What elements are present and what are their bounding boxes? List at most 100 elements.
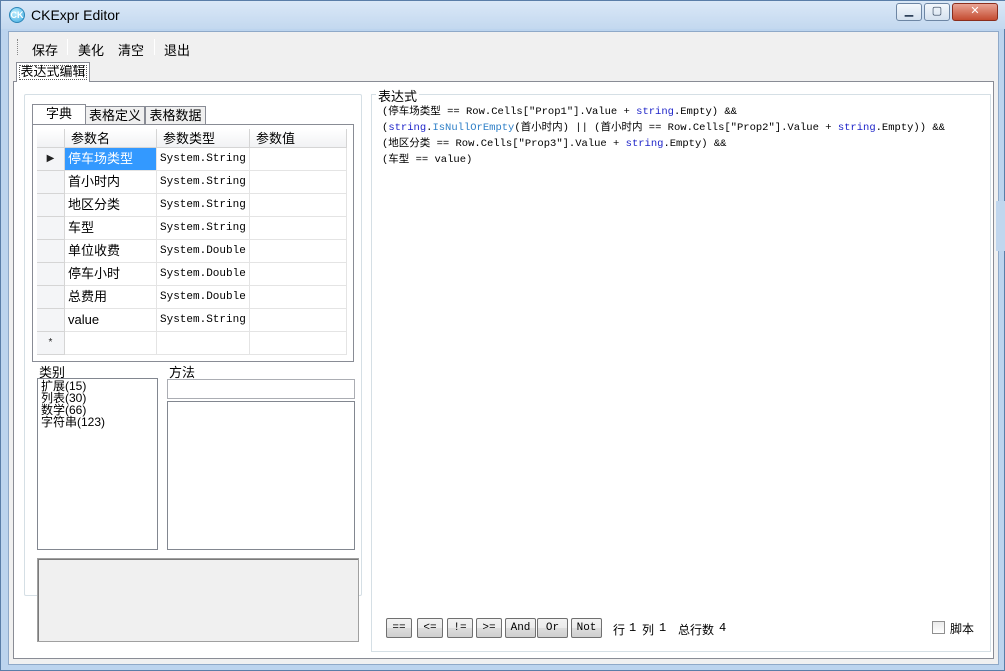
operator-not-button[interactable]: Not (571, 618, 602, 638)
column-header-type[interactable]: 参数类型 (157, 129, 250, 148)
cell-param-value[interactable] (250, 217, 347, 240)
method-list[interactable] (167, 401, 355, 550)
tab-table-definition[interactable]: 表格定义 (85, 106, 145, 125)
row-header[interactable] (37, 171, 65, 194)
cell-param-type[interactable]: System.Double (157, 240, 250, 263)
cell-param-value[interactable] (250, 263, 347, 286)
focus-rectangle (19, 65, 87, 80)
cell-param-name[interactable]: 首小时内 (65, 171, 157, 194)
cell-param-value[interactable] (250, 171, 347, 194)
cell-param-name[interactable]: 单位收费 (65, 240, 157, 263)
method-search-input[interactable] (167, 379, 355, 399)
window-title: CKExpr Editor (31, 7, 120, 23)
column-header-value[interactable]: 参数值 (250, 129, 347, 148)
table-row[interactable]: ▶ 停车场类型 System.String (37, 148, 347, 171)
menu-exit[interactable]: 退出 (164, 40, 190, 59)
menu-bar: 保存 美化 清空 退出 (9, 32, 998, 62)
table-row[interactable]: 单位收费 System.Double (37, 240, 347, 263)
maximize-icon: ▢ (931, 5, 943, 17)
code-line: (string.IsNullOrEmpty(首小时内) || (首小时内 == … (382, 122, 945, 134)
table-row[interactable]: value System.String (37, 309, 347, 332)
menu-save[interactable]: 保存 (32, 40, 58, 59)
cell-param-value[interactable] (250, 194, 347, 217)
menu-clear[interactable]: 清空 (118, 40, 144, 59)
cell-param-value[interactable] (250, 240, 347, 263)
cell-param-type[interactable]: System.String (157, 194, 250, 217)
close-button[interactable]: ✕ (952, 3, 998, 21)
list-item[interactable]: 字符串(123) (41, 416, 105, 428)
row-header[interactable] (37, 194, 65, 217)
client-area: 保存 美化 清空 退出 字典 表格定义 表格数据 参数名 参数类型 参数值 ▶ 停… (8, 31, 999, 665)
operator-lte-button[interactable]: <= (417, 618, 443, 638)
table-row[interactable]: 首小时内 System.String (37, 171, 347, 194)
expression-editor[interactable]: (停车场类型 == Row.Cells["Prop1"].Value + str… (377, 104, 982, 604)
operator-neq-button[interactable]: != (447, 618, 473, 638)
cell-param-name[interactable]: 车型 (65, 217, 157, 240)
cell-param-name[interactable]: 停车场类型 (65, 148, 157, 171)
row-header[interactable]: ▶ (37, 148, 65, 171)
cell-param-name[interactable]: 总费用 (65, 286, 157, 309)
parameter-grid[interactable]: 参数名 参数类型 参数值 ▶ 停车场类型 System.String 首小时内 Syst… (37, 129, 347, 357)
maximize-button[interactable]: ▢ (924, 3, 950, 21)
app-logo-icon: CK (9, 7, 25, 23)
new-row[interactable]: * (37, 332, 347, 355)
cell-param-name[interactable]: 停车小时 (65, 263, 157, 286)
row-header[interactable]: * (37, 332, 65, 355)
operator-gte-button[interactable]: >= (476, 618, 502, 638)
column-header-name[interactable]: 参数名 (65, 129, 157, 148)
minimize-button[interactable]: ▁ (896, 3, 922, 21)
expression-editor-panel: 字典 表格定义 表格数据 参数名 参数类型 参数值 ▶ 停车场类型 System.S… (13, 81, 994, 659)
status-total-value: 4 (719, 621, 727, 635)
grid-corner (37, 129, 65, 148)
cell-param-value[interactable] (250, 309, 347, 332)
table-row[interactable]: 地区分类 System.String (37, 194, 347, 217)
status-col-value: 1 (659, 621, 667, 635)
cell-param-type[interactable]: System.Double (157, 286, 250, 309)
tab-table-data[interactable]: 表格数据 (145, 106, 206, 125)
script-checkbox-label[interactable]: 脚本 (950, 620, 974, 637)
operator-or-button[interactable]: Or (537, 618, 568, 638)
status-col-label: 列 (642, 623, 655, 637)
cell-param-type[interactable]: System.String (157, 171, 250, 194)
tab-dictionary[interactable]: 字典 (32, 104, 86, 126)
cell-param-type[interactable]: System.String (157, 217, 250, 240)
cell-param-value[interactable] (250, 148, 347, 171)
cell-empty[interactable] (65, 332, 157, 355)
cell-param-type[interactable]: System.String (157, 309, 250, 332)
cell-param-name[interactable]: 地区分类 (65, 194, 157, 217)
dictionary-tab-panel: 参数名 参数类型 参数值 ▶ 停车场类型 System.String 首小时内 Syst… (32, 124, 354, 362)
operator-and-button[interactable]: And (505, 618, 536, 638)
expression-label: 表达式 (376, 86, 420, 105)
cell-param-name[interactable]: value (65, 309, 157, 332)
status-row-label: 行 (613, 623, 626, 637)
row-header[interactable] (37, 217, 65, 240)
table-row[interactable]: 停车小时 System.Double (37, 263, 347, 286)
script-checkbox[interactable] (932, 621, 945, 634)
description-box (37, 558, 359, 642)
cell-empty[interactable] (250, 332, 347, 355)
app-window: CK CKExpr Editor ▁ ▢ ✕ 保存 美化 清空 退出 字典 表格… (0, 0, 1005, 671)
row-header[interactable] (37, 309, 65, 332)
toolbar-grip[interactable] (17, 39, 19, 55)
table-row[interactable]: 车型 System.String (37, 217, 347, 240)
row-header[interactable] (37, 263, 65, 286)
table-row[interactable]: 总费用 System.Double (37, 286, 347, 309)
row-header[interactable] (37, 240, 65, 263)
row-header[interactable] (37, 286, 65, 309)
menu-separator (154, 39, 155, 55)
code-line: (车型 == value) (382, 154, 473, 166)
cell-param-type[interactable]: System.Double (157, 263, 250, 286)
cell-param-value[interactable] (250, 286, 347, 309)
category-list[interactable]: 扩展(15) 列表(30) 数学(66) 字符串(123) (37, 378, 158, 550)
status-row-value: 1 (629, 621, 637, 635)
cell-param-type[interactable]: System.String (157, 148, 250, 171)
minimize-icon: ▁ (904, 5, 914, 17)
close-icon: ✕ (970, 5, 980, 17)
menu-beautify[interactable]: 美化 (78, 40, 104, 59)
operator-equal-button[interactable]: == (386, 618, 412, 638)
menu-separator (67, 39, 68, 55)
status-total-label: 总行数 (678, 623, 715, 637)
code-line: (停车场类型 == Row.Cells["Prop1"].Value + str… (382, 106, 737, 118)
title-bar[interactable]: CK CKExpr Editor ▁ ▢ ✕ (1, 1, 1005, 29)
cell-empty[interactable] (157, 332, 250, 355)
